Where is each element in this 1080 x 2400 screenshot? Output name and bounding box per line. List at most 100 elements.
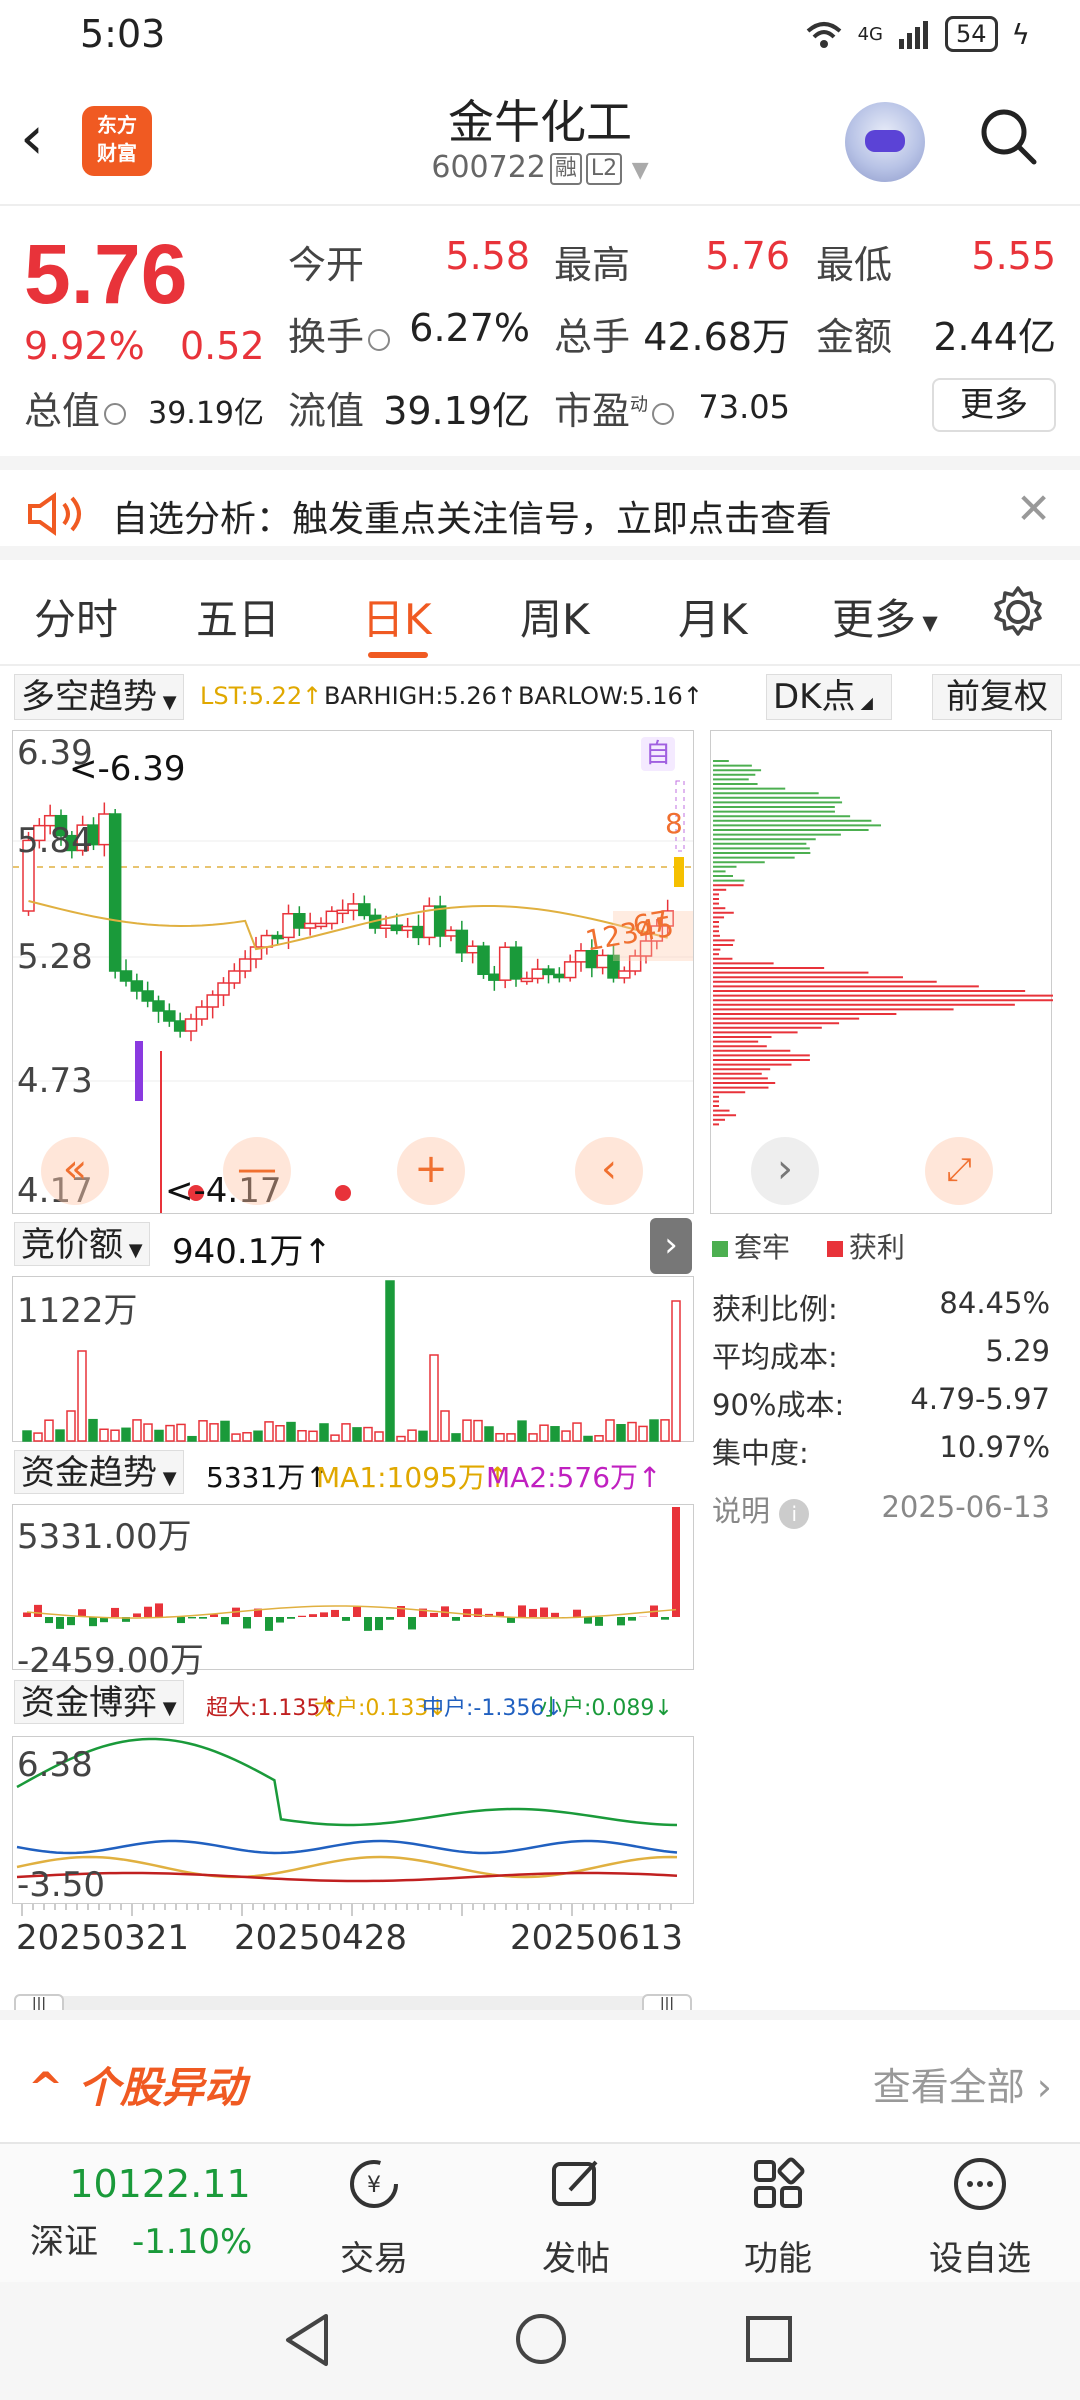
fund-trend-select[interactable]: 资金趋势 ▼: [14, 1450, 184, 1494]
candle-body: [563, 961, 577, 979]
zoom-out-button[interactable]: —: [223, 1137, 291, 1205]
nav-home-icon[interactable]: [514, 2312, 568, 2366]
level2-tag: L2: [585, 152, 623, 185]
auction-bar: [528, 1433, 538, 1442]
stat-value-2: 4.79-5.97: [910, 1382, 1050, 1416]
tab-more[interactable]: 更多 ▼: [832, 586, 938, 647]
expand-icon[interactable]: ⤢: [925, 1137, 993, 1205]
next-button[interactable]: ›: [751, 1137, 819, 1205]
fund-bar: [56, 1617, 64, 1629]
adjust-button[interactable]: 前复权: [932, 674, 1062, 720]
candle-body: [531, 968, 544, 980]
candle-body: [488, 973, 501, 981]
nav-functions[interactable]: 功能: [708, 2154, 848, 2280]
search-icon[interactable]: [978, 106, 1038, 166]
fund-bar: [177, 1617, 185, 1624]
candle-body: [412, 925, 425, 939]
dk-point-button[interactable]: DK点 ◢: [766, 674, 892, 720]
fund-bar: [386, 1617, 394, 1620]
pe-value: 73.05: [698, 388, 790, 426]
fund-game-select[interactable]: 资金博弈 ▼: [14, 1680, 184, 1724]
nav-post[interactable]: 发帖: [506, 2154, 646, 2280]
fund-bar: [67, 1617, 75, 1626]
indicator-select[interactable]: 多空趋势 ▼: [14, 674, 184, 720]
tab-weekly-k[interactable]: 周K: [520, 586, 590, 647]
edit-icon: [552, 2160, 598, 2206]
auction-bar: [165, 1424, 175, 1442]
auction-bar: [484, 1426, 494, 1442]
kline-chart[interactable]: 6.39 5.84 5.28 4.73 4.17 <-6.39 <-4.17 自…: [12, 730, 694, 1214]
collapse-panel-icon[interactable]: ›: [650, 1218, 692, 1274]
dropdown-icon: ▼: [631, 158, 649, 183]
candle-body: [379, 924, 393, 930]
auction-bar: [22, 1430, 32, 1442]
auction-bar: [451, 1433, 461, 1442]
wifi-icon: [806, 22, 841, 48]
auction-select[interactable]: 竞价额 ▼: [14, 1222, 150, 1266]
status-icons: 4G 54 ϟ: [804, 16, 1030, 52]
close-icon[interactable]: ✕: [1016, 484, 1051, 533]
pe-sup: 动: [630, 394, 649, 416]
prev-button[interactable]: ‹: [575, 1137, 643, 1205]
index-name: 深证: [30, 2222, 98, 2262]
open-value: 5.58: [445, 234, 530, 278]
auction-chart[interactable]: 1122万: [12, 1276, 694, 1442]
auction-bar: [473, 1419, 483, 1442]
candle-body: [347, 903, 360, 912]
tab-daily-k[interactable]: 日K: [362, 586, 432, 647]
signal-8: 8: [665, 807, 683, 840]
auction-bar: [198, 1420, 208, 1442]
auction-bar: [132, 1419, 142, 1442]
auction-bar: [220, 1420, 230, 1442]
fund-bar: [617, 1617, 625, 1626]
gear-icon[interactable]: [990, 584, 1046, 640]
change-amount: 0.52: [180, 324, 265, 368]
fund-trend-chart[interactable]: 5331.00万 -2459.00万: [12, 1504, 694, 1681]
alert-banner[interactable]: 自选分析：触发重点关注信号，立即点击查看 ✕: [0, 456, 1080, 560]
auction-bar: [561, 1430, 571, 1442]
candle-body: [509, 946, 523, 980]
fund-bar: [265, 1617, 273, 1631]
note-link[interactable]: 说明 i: [712, 1488, 810, 1530]
fund-bar: [210, 1614, 218, 1617]
auction-bar: [429, 1354, 439, 1442]
index-ticker[interactable]: 10122.11 深证 -1.10%: [30, 2162, 290, 2263]
view-all-link[interactable]: 查看全部 ›: [873, 2056, 1052, 2111]
zoom-in-button[interactable]: +: [397, 1137, 465, 1205]
assistant-avatar[interactable]: [845, 102, 925, 182]
auction-bar: [99, 1428, 109, 1442]
fund-bar: [144, 1606, 152, 1617]
fund-y-top: 5331.00万: [17, 1517, 192, 1557]
chip-distribution[interactable]: › ⤢: [710, 730, 1053, 1214]
game-medium-line: [16, 1839, 678, 1855]
fund-bar: [243, 1617, 251, 1629]
candle-body: [455, 929, 469, 954]
nav-trade[interactable]: ¥ 交易: [304, 2154, 444, 2280]
chevron-up-icon: ^: [28, 2063, 78, 2112]
stock-movers-section[interactable]: ^ 个股异动 查看全部 ›: [0, 2010, 1080, 2140]
more-quote-button[interactable]: 更多: [932, 378, 1056, 432]
tab-5day[interactable]: 五日: [196, 586, 280, 647]
barhigh-value: BARHIGH:5.26↑: [324, 682, 517, 710]
open-label: 今开: [288, 243, 365, 287]
tab-monthly-k[interactable]: 月K: [678, 586, 748, 647]
lst-value: LST:5.22↑: [200, 682, 323, 710]
margin-tag: 融: [549, 152, 582, 185]
fund-bar: [133, 1613, 141, 1617]
nav-back-icon[interactable]: [282, 2312, 332, 2368]
rewind-button[interactable]: «: [41, 1137, 109, 1205]
fund-game-chart[interactable]: 6.38 -3.50: [12, 1736, 694, 1905]
change-percent: 9.92%: [24, 324, 145, 368]
nav-add-watchlist[interactable]: 设自选: [910, 2154, 1050, 2280]
tab-intraday[interactable]: 分时: [34, 586, 118, 647]
fund-bar: [298, 1615, 306, 1617]
fund-bar: [408, 1617, 416, 1630]
nav-recents-icon[interactable]: [744, 2314, 794, 2364]
barlow-value: BARLOW:5.16↑: [518, 682, 703, 710]
candle-body: [228, 970, 241, 984]
auto-badge[interactable]: 自: [641, 737, 675, 771]
auction-bar: [209, 1423, 219, 1442]
auction-bar: [462, 1419, 472, 1442]
index-pct: -1.10%: [132, 2222, 253, 2262]
auction-bar: [176, 1423, 186, 1442]
